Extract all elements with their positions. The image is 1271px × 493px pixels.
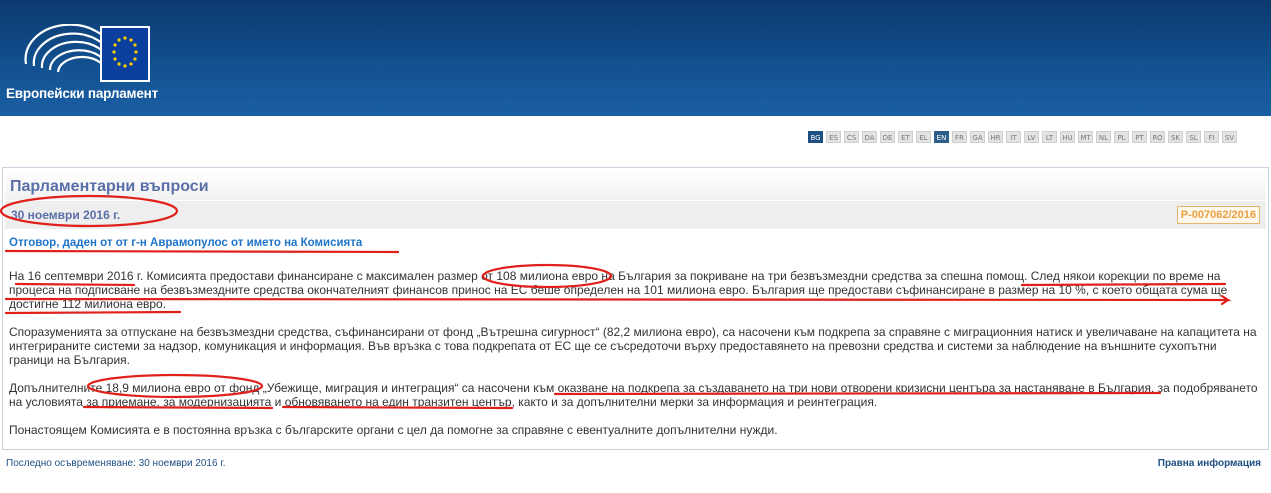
language-button-pl[interactable]: PL xyxy=(1114,131,1129,143)
answer-date: 30 ноември 2016 г. xyxy=(11,208,121,222)
language-button-bg[interactable]: BG xyxy=(808,131,823,143)
language-button-es[interactable]: ES xyxy=(826,131,841,143)
language-button-et[interactable]: ET xyxy=(898,131,913,143)
language-button-sv[interactable]: SV xyxy=(1222,131,1237,143)
language-button-el[interactable]: EL xyxy=(916,131,931,143)
language-selector: BG ES CS DA DE ET EL EN FR GA HR IT LV LT HU MT NL PL PT RO… xyxy=(808,131,1237,143)
language-button-lv[interactable]: LV xyxy=(1024,131,1039,143)
site-header: Европейски парламент xyxy=(0,0,1271,116)
language-button-lt[interactable]: LT xyxy=(1042,131,1057,143)
reference-number[interactable]: P-007062/2016 xyxy=(1176,206,1260,224)
european-parliament-logo-icon[interactable] xyxy=(22,24,152,84)
language-button-ro[interactable]: RO xyxy=(1150,131,1165,143)
language-button-sk[interactable]: SK xyxy=(1168,131,1183,143)
language-button-it[interactable]: IT xyxy=(1006,131,1021,143)
language-button-sl[interactable]: SL xyxy=(1186,131,1201,143)
paragraph-2: Споразуменията за отпускане на безвъзмез… xyxy=(9,325,1257,367)
language-button-ga[interactable]: GA xyxy=(970,131,985,143)
paragraph-1: На 16 септември 2016 г. Комисията предос… xyxy=(9,269,1228,311)
language-button-hr[interactable]: HR xyxy=(988,131,1003,143)
language-button-cs[interactable]: CS xyxy=(844,131,859,143)
language-button-fr[interactable]: FR xyxy=(952,131,967,143)
language-button-pt[interactable]: PT xyxy=(1132,131,1147,143)
language-button-hu[interactable]: HU xyxy=(1060,131,1075,143)
legal-notice-link[interactable]: Правна информация xyxy=(1158,458,1261,469)
brand-name: Европейски парламент xyxy=(6,86,158,101)
page-title: Парламентарни въпроси xyxy=(10,178,209,195)
date-bar: 30 ноември 2016 г. P-007062/2016 xyxy=(5,201,1266,229)
title-bar: Парламентарни въпроси xyxy=(5,170,1266,200)
language-button-en[interactable]: EN xyxy=(934,131,949,143)
answer-body: На 16 септември 2016 г. Комисията предос… xyxy=(9,269,1261,451)
language-button-nl[interactable]: NL xyxy=(1096,131,1111,143)
language-button-mt[interactable]: MT xyxy=(1078,131,1093,143)
language-button-da[interactable]: DA xyxy=(862,131,877,143)
question-panel: Парламентарни въпроси 30 ноември 2016 г.… xyxy=(2,167,1269,450)
language-button-de[interactable]: DE xyxy=(880,131,895,143)
last-updated: Последно осъвременяване: 30 ноември 2016… xyxy=(6,458,226,469)
answer-title: Отговор, даден от от г-н Аврамопулос от … xyxy=(9,237,363,249)
paragraph-3: Допълнителните 18,9 милиона евро от фонд… xyxy=(9,381,1258,409)
language-button-fi[interactable]: FI xyxy=(1204,131,1219,143)
paragraph-4: Понастоящем Комисията е в постоянна връз… xyxy=(9,423,778,437)
